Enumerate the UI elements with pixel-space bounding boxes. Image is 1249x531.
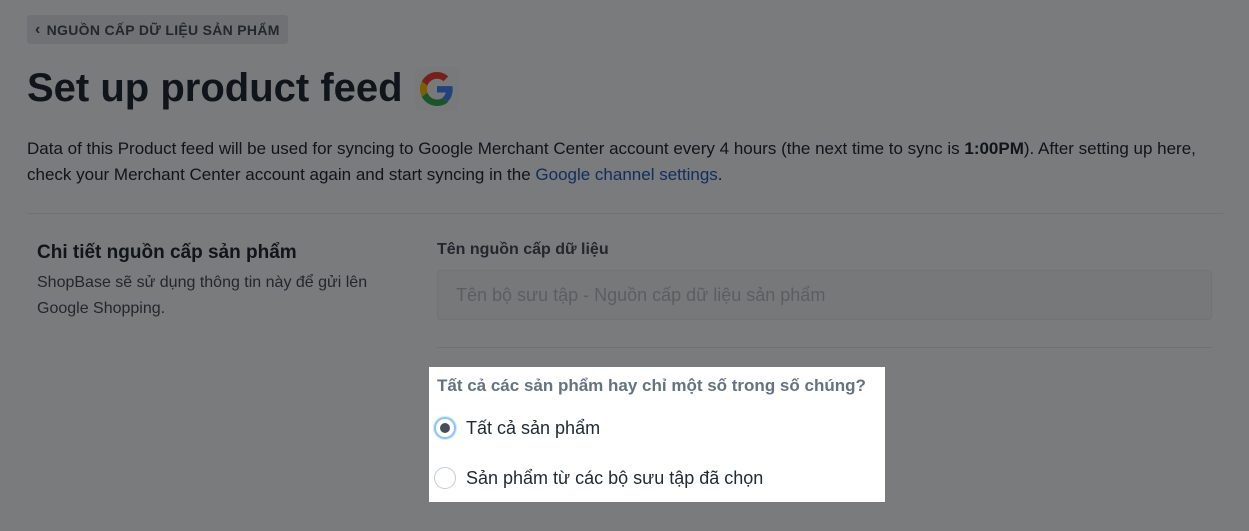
google-logo-icon bbox=[414, 66, 459, 111]
section-description: ShopBase sẽ sử dụng thông tin này để gửi… bbox=[37, 274, 368, 317]
product-scope-question: Tất cả các sản phẩm hay chỉ một số trong… bbox=[437, 376, 866, 395]
radio-label-all-products: Tất cả sản phẩm bbox=[466, 417, 601, 438]
radio-checked-icon[interactable] bbox=[434, 417, 456, 439]
breadcrumb-back-button[interactable]: ‹ NGUỒN CẤP DỮ LIỆU SẢN PHẨM bbox=[27, 15, 288, 44]
feed-name-label: Tên nguồn cấp dữ liệu bbox=[437, 241, 609, 258]
breadcrumb-label: NGUỒN CẤP DỮ LIỆU SẢN PHẨM bbox=[46, 21, 280, 38]
feed-description: Data of this Product feed will be used f… bbox=[27, 136, 1217, 188]
radio-all-products[interactable]: Tất cả sản phẩm bbox=[434, 417, 600, 439]
section-divider bbox=[27, 213, 1223, 214]
section-title: Chi tiết nguồn cấp sản phẩm bbox=[37, 242, 297, 263]
radio-unchecked-icon[interactable] bbox=[434, 467, 456, 489]
description-text-3: . bbox=[717, 165, 723, 184]
page-title: Set up product feed bbox=[27, 66, 403, 110]
radio-selected-collections[interactable]: Sản phẩm từ các bộ sưu tập đã chọn bbox=[434, 467, 763, 489]
description-text-1: Data of this Product feed will be used f… bbox=[27, 139, 965, 158]
radio-label-selected-collections: Sản phẩm từ các bộ sưu tập đã chọn bbox=[466, 467, 764, 488]
chevron-left-icon: ‹ bbox=[35, 20, 41, 38]
product-scope-group: Tất cả các sản phẩm hay chỉ một số trong… bbox=[429, 367, 885, 502]
sync-time: 1:00PM bbox=[964, 139, 1024, 158]
feed-name-input[interactable] bbox=[437, 270, 1212, 320]
title-row: Set up product feed bbox=[27, 66, 459, 111]
field-divider bbox=[437, 347, 1212, 348]
section-info: Chi tiết nguồn cấp sản phẩm ShopBase sẽ … bbox=[37, 242, 417, 322]
google-channel-settings-link[interactable]: Google channel settings bbox=[535, 165, 717, 184]
